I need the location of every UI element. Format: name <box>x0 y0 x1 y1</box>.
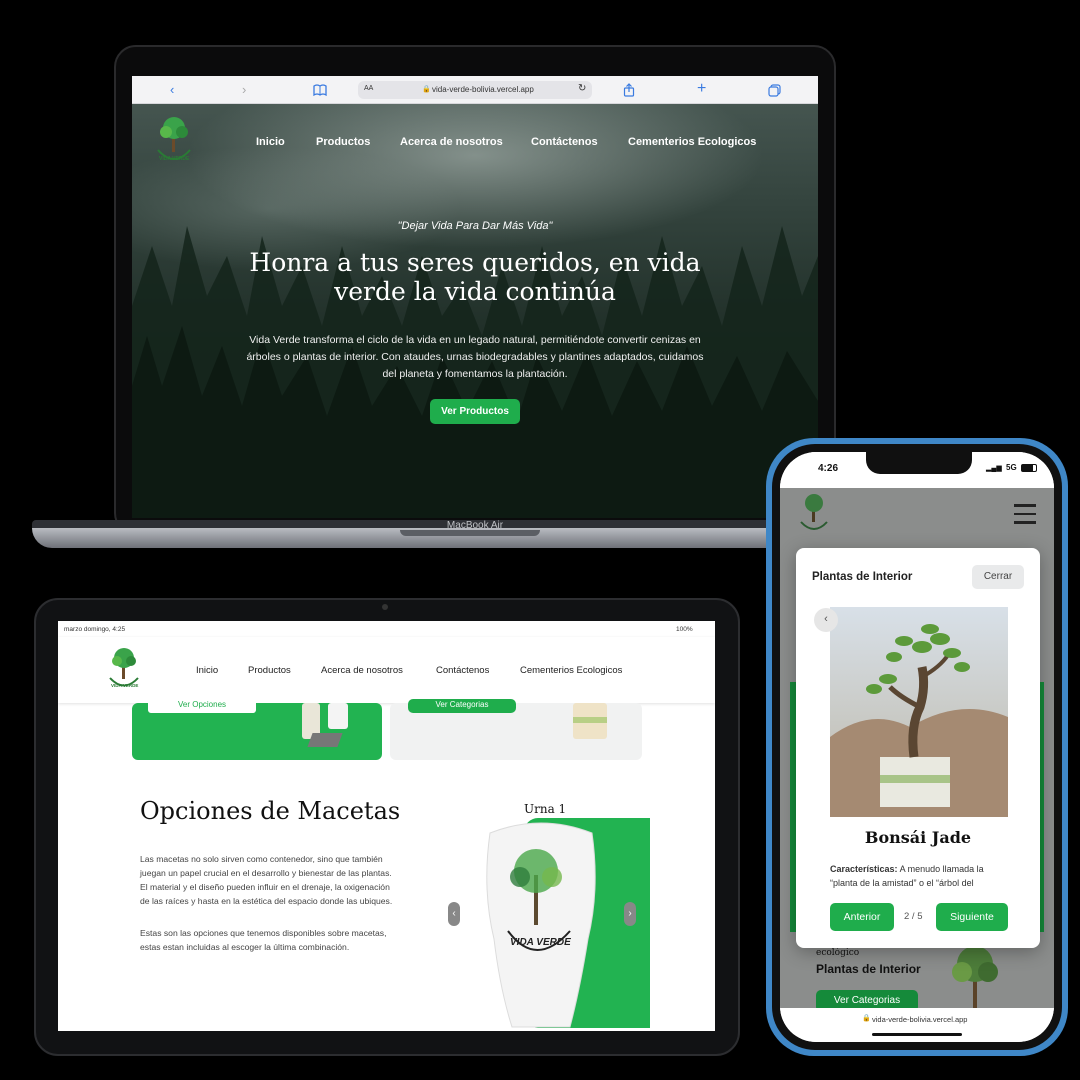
hero-body-line2: árboles o plantas de interior. Con ataud… <box>246 351 704 363</box>
back-icon[interactable]: ‹ <box>170 82 174 97</box>
para2-line2: estas estan incluidas al escoger la últi… <box>140 942 350 952</box>
features-text-2: “planta de la amistad” o el “árbol del <box>830 878 974 888</box>
product-name: Bonsái Jade <box>864 828 972 847</box>
image-prev-button[interactable]: ‹ <box>814 608 838 632</box>
section-title: Opciones de Macetas <box>140 797 401 825</box>
close-button[interactable]: Cerrar <box>972 565 1024 589</box>
ver-productos-button[interactable]: Ver Productos <box>430 399 520 424</box>
tablet-nav-acerca[interactable]: Acerca de nosotros <box>321 665 403 676</box>
tablet-nav-contactenos[interactable]: Contáctenos <box>436 665 489 676</box>
product-tray-image <box>307 733 343 747</box>
features-label: Características: <box>830 864 898 874</box>
nav-contactenos[interactable]: Contáctenos <box>531 136 598 148</box>
anterior-button[interactable]: Anterior <box>830 903 894 931</box>
para1-line4: de las raíces y hasta en la estética del… <box>140 896 393 906</box>
tabs-overview-icon[interactable] <box>768 84 781 97</box>
ver-opciones-button[interactable]: Ver Opciones <box>148 699 256 713</box>
home-indicator <box>872 1033 962 1036</box>
para1-line1: Las macetas no solo sirven como contened… <box>140 854 383 864</box>
laptop-screen: ‹ › AA 🔒 vida-verde-bolivia.vercel.app ↻… <box>132 76 818 518</box>
phone-notch <box>866 452 972 474</box>
tablet-logo-text: VIDA VERDE <box>111 683 138 688</box>
hero-body-line3: del planeta y fomentamos la plantación. <box>382 368 568 380</box>
address-bar[interactable]: AA 🔒 vida-verde-bolivia.vercel.app ↻ <box>358 81 592 99</box>
hero-body-line1: Vida Verde transforma el ciclo de la vid… <box>249 334 701 346</box>
urn-image: VIDA VERDE <box>486 822 596 1028</box>
phone-url-text: vida-verde-bolivia.vercel.app <box>872 1015 968 1024</box>
para1-line3: El material y el diseño pueden influir e… <box>140 882 390 892</box>
forward-icon[interactable]: › <box>242 82 246 97</box>
tablet-battery: 100% <box>676 626 693 633</box>
nav-cementerios[interactable]: Cementerios Ecologicos <box>628 136 756 148</box>
bg-tree-image <box>952 946 998 1008</box>
battery-icon <box>1021 464 1037 472</box>
hero-title-line2: verde la vida continúa <box>334 277 616 306</box>
nav-inicio[interactable]: Inicio <box>256 136 285 148</box>
vida-verde-logo[interactable]: VIDA VERDE <box>154 114 194 170</box>
phone-lock-icon: 🔒 <box>862 1015 871 1022</box>
nav-acerca[interactable]: Acerca de nosotros <box>400 136 503 148</box>
product-image <box>830 607 1008 817</box>
nav-productos[interactable]: Productos <box>316 136 370 148</box>
hero-tagline: "Dejar Vida Para Dar Más Vida" <box>397 220 553 232</box>
logo-text: VIDA VERDE <box>159 156 190 162</box>
menu-icon[interactable] <box>1014 504 1036 526</box>
tablet-status-time: marzo domingo, 4:25 <box>64 626 126 633</box>
bookmarks-icon[interactable] <box>313 84 327 96</box>
product-modal: Plantas de Interior Cerrar ‹ Bonsái Jade… <box>796 548 1040 948</box>
tablet-nav-productos[interactable]: Productos <box>248 665 291 676</box>
carousel-title: Urna 1 <box>524 802 567 816</box>
laptop-notch <box>400 530 540 536</box>
tablet-screen: marzo domingo, 4:25 100% VIDA VERDE Inic… <box>58 621 715 1031</box>
phone-screen: 4:26 ▂▄▆ 5G ecológico Plantas de Interio… <box>780 452 1054 1042</box>
network-label: 5G <box>1006 463 1017 472</box>
siguiente-button[interactable]: Siguiente <box>936 903 1008 931</box>
tablet-logo[interactable]: VIDA VERDE <box>106 645 142 695</box>
product-features: Características: A menudo llamada la “pl… <box>830 862 1010 890</box>
share-icon[interactable] <box>623 83 635 97</box>
reload-icon[interactable]: ↻ <box>578 83 586 94</box>
tablet-camera <box>382 604 388 610</box>
bg-heading: Plantas de Interior <box>816 962 921 976</box>
product-card-gray: Ver Categorias <box>390 699 642 760</box>
product-card-green: Ver Opciones <box>132 699 382 760</box>
tablet-nav-inicio[interactable]: Inicio <box>196 665 218 676</box>
hero-title-line1: Honra a tus seres queridos, en vida <box>249 248 701 277</box>
para1-line2: juegan un papel crucial en el desarrollo… <box>140 868 392 878</box>
tablet-nav-cementerios[interactable]: Cementerios Ecologicos <box>520 665 622 676</box>
carousel-prev-button[interactable]: ‹ <box>448 902 460 926</box>
browser-toolbar: ‹ › AA 🔒 vida-verde-bolivia.vercel.app ↻… <box>132 76 818 104</box>
lock-icon: 🔒 <box>422 86 431 93</box>
carousel-next-button[interactable]: › <box>624 902 636 926</box>
urn-thumbnail <box>573 703 607 739</box>
text-size-button[interactable]: AA <box>364 85 373 92</box>
signal-icon: ▂▄▆ <box>986 465 1002 472</box>
modal-title: Plantas de Interior <box>812 571 913 583</box>
features-text-1: A menudo llamada la <box>899 864 984 874</box>
urn-logo-text: VIDA VERDE <box>510 937 571 948</box>
bg-small-label: ecológico <box>816 948 860 958</box>
phone-time: 4:26 <box>818 463 839 474</box>
phone-logo[interactable] <box>798 492 830 540</box>
url-text: vida-verde-bolivia.vercel.app <box>432 85 534 94</box>
product-cup-image <box>328 703 348 729</box>
pager-label: 2 / 5 <box>904 911 923 922</box>
phone-url-bar[interactable]: 🔒 vida-verde-bolivia.vercel.app <box>780 1008 1054 1042</box>
new-tab-icon[interactable]: + <box>697 80 706 98</box>
ver-categorias-button[interactable]: Ver Categorias <box>408 699 516 713</box>
para2-line1: Estas son las opciones que tenemos dispo… <box>140 928 387 938</box>
